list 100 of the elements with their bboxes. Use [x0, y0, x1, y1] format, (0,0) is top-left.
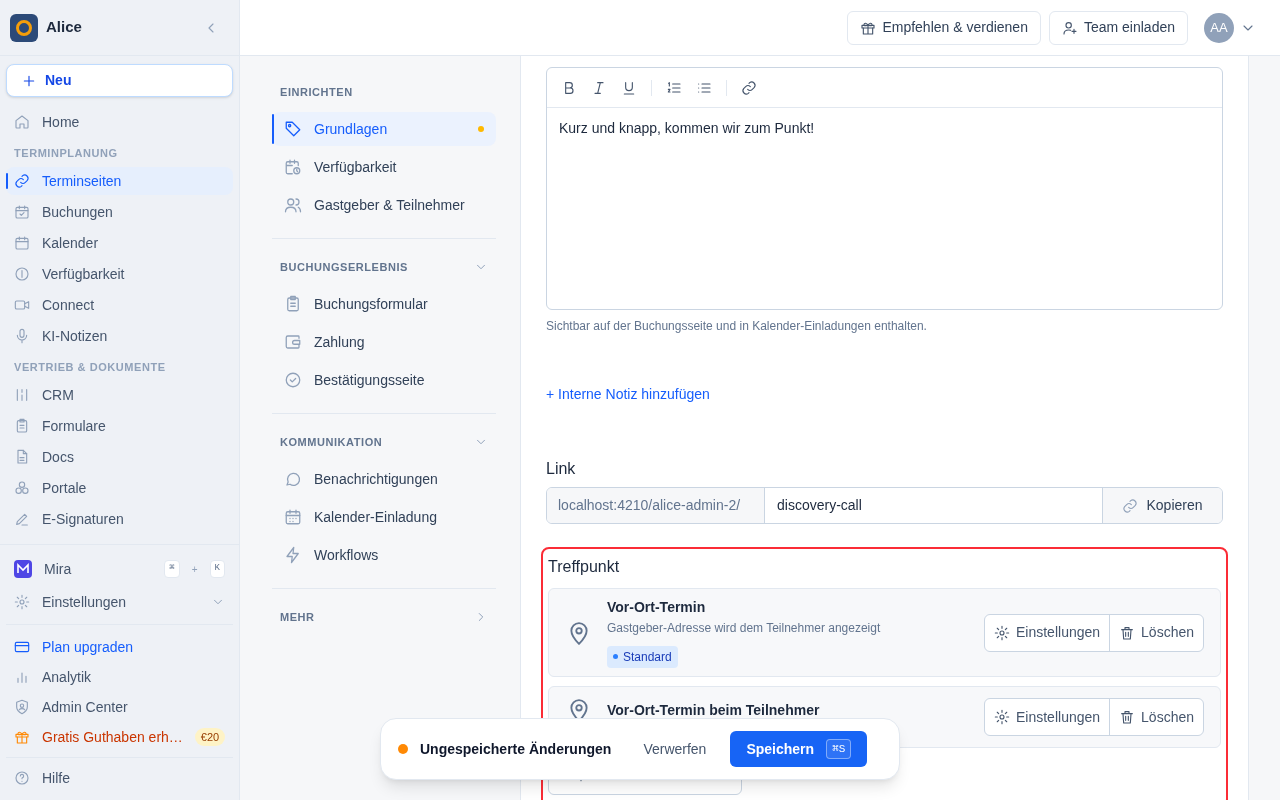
calendar-icon: [14, 235, 30, 251]
underline-icon: [621, 79, 637, 96]
editor-text: Kurz und knapp, kommen wir zum Punkt!: [559, 119, 816, 138]
section-heading: MEHR: [280, 609, 315, 625]
sidebar-item[interactable]: CRM: [6, 381, 233, 409]
chat-bubble-icon: [284, 470, 302, 488]
credit-card-icon: [14, 639, 30, 655]
circles-icon: [14, 480, 30, 496]
settings-nav-item[interactable]: Verfügbarkeit: [272, 150, 496, 184]
save-button[interactable]: Speichern ⌘S: [730, 731, 868, 767]
sidebar-item[interactable]: Terminseiten: [6, 167, 233, 195]
sidebar-item[interactable]: Connect: [6, 291, 233, 319]
discard-button[interactable]: Verwerfen: [643, 738, 707, 760]
clipboard-icon: [284, 295, 302, 313]
plus-sign: +: [191, 562, 198, 577]
logo-icon: [10, 13, 38, 42]
trash-icon: [1119, 624, 1136, 641]
text-editor[interactable]: Kurz und knapp, kommen wir zum Punkt!: [546, 67, 1223, 310]
credit-badge: €20: [194, 727, 226, 747]
help-icon: [14, 770, 30, 786]
settings-nav-item[interactable]: Workflows: [272, 538, 496, 572]
shortcut-key: ⌘: [164, 560, 180, 578]
map-pin-icon: [569, 620, 589, 645]
document-icon: [14, 449, 30, 465]
section-heading: VERTRIEB & DOKUMENTE: [13, 359, 167, 375]
sidebar-item[interactable]: Kalender: [6, 229, 233, 257]
assistant-logo-icon: [14, 560, 32, 578]
field-hint: Sichtbar auf der Buchungsseite und in Kalender-Einladungen enthalten.: [546, 318, 928, 335]
option-action-button[interactable]: Einstellungen: [985, 699, 1110, 735]
clipboard-icon: [14, 418, 30, 434]
option-action-button[interactable]: Löschen: [1109, 614, 1203, 651]
toolbar-button[interactable]: [591, 79, 607, 96]
home-icon: [14, 114, 30, 130]
add-note-link[interactable]: + Interne Notiz hinzufügen: [546, 386, 710, 402]
link-icon: [741, 79, 757, 96]
sidebar-item[interactable]: Hilfe: [6, 764, 233, 792]
section-title: Treffpunkt: [548, 557, 621, 577]
tag-icon: [284, 120, 302, 138]
workspace-name: Alice: [46, 17, 82, 38]
settings-nav-item[interactable]: Kalender-Einladung: [272, 500, 496, 534]
settings-nav-item[interactable]: Buchungsformular: [272, 287, 496, 321]
calendar-clock-icon: [284, 158, 302, 176]
shield-icon: [14, 699, 30, 715]
option-action-button[interactable]: Löschen: [1109, 699, 1203, 735]
calendar-check-icon: [14, 204, 30, 220]
sidebar-item[interactable]: Home: [6, 108, 233, 136]
sidebar-item[interactable]: Plan upgraden: [6, 633, 233, 661]
italic-icon: [591, 79, 607, 96]
option-title: Vor-Ort-Termin beim Teilnehmer: [607, 701, 821, 720]
pen-icon: [14, 511, 30, 527]
video-icon: [14, 297, 30, 313]
sidebar-item[interactable]: Analytik: [6, 663, 233, 691]
sidebar-item[interactable]: Formulare: [6, 412, 233, 440]
default-badge: Standard: [607, 645, 678, 668]
calendar-icon: [284, 508, 302, 526]
columns-icon: [14, 387, 30, 403]
sidebar-item[interactable]: E-Signaturen: [6, 505, 233, 533]
add-user-icon: [1061, 19, 1078, 36]
section-heading: TERMINPLANUNG: [13, 145, 119, 161]
sidebar-item[interactable]: Verfügbarkeit: [6, 260, 233, 288]
settings-nav-item[interactable]: Zahlung: [272, 325, 496, 359]
header-button[interactable]: Team einladen: [1048, 10, 1188, 45]
toolbar-button[interactable]: [621, 79, 637, 96]
shortcut-key: ⌘S: [826, 738, 852, 760]
section-heading: BUCHUNGSERLEBNIS: [280, 259, 408, 275]
field-label: Link: [546, 459, 577, 479]
toolbar-button[interactable]: [741, 79, 757, 96]
users-icon: [284, 196, 302, 214]
gift-icon: [14, 729, 30, 745]
settings-nav-item[interactable]: Gastgeber & Teilnehmer: [272, 188, 496, 222]
trash-icon: [1119, 709, 1136, 725]
url-prefix: localhost:4210/alice-admin-2/: [547, 488, 765, 523]
sidebar-item[interactable]: Portale: [6, 474, 233, 502]
sidebar-item[interactable]: KI-Notizen: [6, 322, 233, 350]
numbered-list-icon: [666, 79, 682, 96]
option-action-button[interactable]: Einstellungen: [985, 614, 1110, 651]
toolbar-button[interactable]: [666, 79, 682, 96]
link-icon: [1122, 497, 1139, 514]
link-icon: [14, 173, 30, 189]
section-heading: KOMMUNIKATION: [280, 434, 383, 450]
settings-item[interactable]: Einstellungen: [6, 588, 233, 616]
slug-input[interactable]: discovery-call: [765, 488, 1102, 523]
copy-button[interactable]: Kopieren: [1102, 488, 1222, 523]
link-field[interactable]: localhost:4210/alice-admin-2/ discovery-call Kopieren: [546, 487, 1223, 524]
assistant-item[interactable]: Mira ⌘ + K: [6, 555, 233, 583]
sidebar-item[interactable]: Admin Center: [6, 693, 233, 721]
new-button[interactable]: Neu: [6, 64, 233, 97]
sidebar-item[interactable]: Buchungen: [6, 198, 233, 226]
settings-nav-item[interactable]: Grundlagen: [272, 112, 496, 146]
lightning-icon: [284, 546, 302, 564]
sidebar-item[interactable]: Docs: [6, 443, 233, 471]
microphone-icon: [14, 328, 30, 344]
header-button[interactable]: Empfehlen & verdienen: [847, 10, 1041, 45]
check-circle-icon: [284, 371, 302, 389]
settings-nav-item[interactable]: Benachrichtigungen: [272, 462, 496, 496]
settings-nav-item[interactable]: Bestätigungsseite: [272, 363, 496, 397]
sidebar-item[interactable]: Gratis Guthaben erh… €20: [6, 723, 233, 751]
info-icon: [14, 266, 30, 282]
wallet-icon: [284, 333, 302, 351]
unsaved-message: Ungespeicherte Änderungen: [420, 739, 612, 759]
